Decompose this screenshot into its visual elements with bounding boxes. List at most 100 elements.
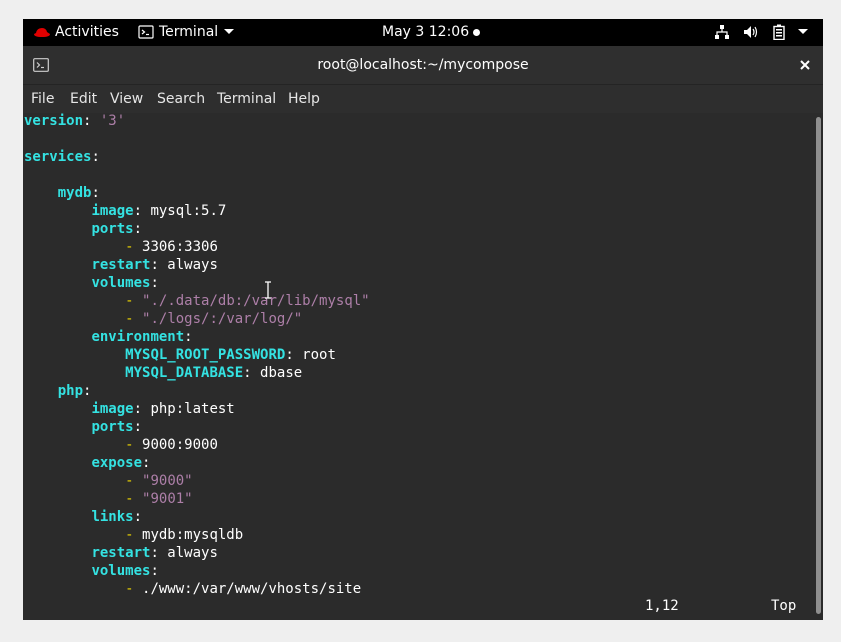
- yaml-text: [24, 383, 58, 399]
- battery-icon: [773, 24, 785, 41]
- top-bar: Activities Terminal May 3 12:06: [23, 19, 823, 46]
- editor-line: image: php:latest: [24, 400, 235, 418]
- editor-line: - 9000:9000: [24, 436, 218, 454]
- menu-view[interactable]: View: [110, 85, 143, 113]
- editor-line: - mydb:mysqldb: [24, 526, 243, 544]
- editor-line: restart: always: [24, 256, 218, 274]
- menu-edit[interactable]: Edit: [70, 85, 97, 113]
- editor-line: - 3306:3306: [24, 238, 218, 256]
- yaml-text: :: [91, 149, 100, 165]
- editor-line: restart: always: [24, 544, 218, 562]
- yaml-text: :: [133, 509, 143, 525]
- yaml-text: :: [83, 113, 100, 129]
- yaml-key: services: [24, 149, 92, 165]
- yaml-text: : dbase: [243, 365, 303, 381]
- yaml-text: 9000:9000: [133, 437, 218, 453]
- activities-button[interactable]: Activities: [33, 19, 119, 46]
- desktop-screen: Activities Terminal May 3 12:06 root@loc…: [23, 19, 823, 620]
- editor-line: - "9001": [24, 490, 193, 508]
- network-icon: [715, 25, 729, 39]
- menu-terminal[interactable]: Terminal: [217, 85, 276, 113]
- yaml-text: [24, 185, 58, 201]
- yaml-text: [24, 365, 125, 381]
- yaml-dash: -: [125, 527, 134, 543]
- yaml-key: expose: [91, 455, 143, 471]
- menu-bar: File Edit View Search Terminal Help: [23, 85, 823, 113]
- app-menu[interactable]: Terminal: [138, 19, 235, 46]
- yaml-text: :: [142, 455, 151, 471]
- yaml-text: [24, 527, 125, 543]
- yaml-text: [134, 311, 142, 327]
- yaml-text: [24, 581, 125, 597]
- yaml-text: mydb:mysqldb: [133, 527, 244, 543]
- system-menu[interactable]: [714, 19, 809, 46]
- yaml-text: : root: [285, 347, 336, 363]
- yaml-string: "9000": [142, 473, 193, 489]
- editor-line: MYSQL_ROOT_PASSWORD: root: [24, 346, 336, 364]
- window-titlebar[interactable]: root@localhost:~/mycompose: [23, 46, 823, 85]
- yaml-text: 3306:3306: [133, 239, 218, 255]
- activities-label: Activities: [55, 24, 119, 40]
- yaml-dash: -: [125, 239, 134, 255]
- yaml-text: : mysql:5.7: [133, 203, 227, 219]
- yaml-text: [24, 239, 125, 255]
- yaml-text: [24, 203, 91, 219]
- yaml-text: [24, 293, 125, 309]
- yaml-text: :: [83, 383, 92, 399]
- menu-help[interactable]: Help: [288, 85, 320, 113]
- scrollbar[interactable]: [814, 113, 823, 620]
- yaml-key: version: [24, 113, 84, 129]
- yaml-key: volumes: [91, 275, 151, 291]
- yaml-string: "./logs/:/var/log/": [142, 311, 303, 327]
- yaml-key: volumes: [91, 563, 151, 579]
- editor-line: ports:: [24, 220, 142, 238]
- yaml-text: [24, 473, 125, 489]
- yaml-string: '3': [99, 113, 126, 129]
- close-icon[interactable]: [800, 60, 810, 70]
- yaml-text: [24, 257, 91, 273]
- scrollbar-thumb[interactable]: [816, 117, 821, 614]
- notification-dot-icon: [473, 28, 481, 36]
- yaml-text: [24, 455, 91, 471]
- yaml-string: "9001": [142, 491, 193, 507]
- yaml-text: [24, 401, 91, 417]
- yaml-key: ports: [91, 221, 134, 237]
- editor-line: php:: [24, 382, 92, 400]
- menu-search[interactable]: Search: [157, 85, 205, 113]
- datetime-label: May 3 12:06: [382, 24, 470, 40]
- editor-line: services:: [24, 148, 100, 166]
- menu-file[interactable]: File: [31, 85, 54, 113]
- scroll-position: Top: [771, 598, 797, 614]
- window-title: root@localhost:~/mycompose: [317, 57, 529, 73]
- yaml-key: php: [57, 383, 84, 399]
- yaml-text: [24, 275, 91, 291]
- yaml-text: : always: [150, 257, 218, 273]
- editor-line: expose:: [24, 454, 150, 472]
- yaml-key: restart: [91, 545, 151, 561]
- yaml-key: image: [91, 401, 134, 417]
- yaml-text: :: [184, 329, 193, 345]
- yaml-text: [24, 347, 125, 363]
- yaml-dash: -: [125, 473, 134, 489]
- editor-line: - "./logs/:/var/log/": [24, 310, 302, 328]
- editor-line: - ./www:/var/www/vhosts/site: [24, 580, 361, 598]
- yaml-text: : php:latest: [133, 401, 235, 417]
- editor-line: volumes:: [24, 562, 159, 580]
- yaml-key: restart: [91, 257, 151, 273]
- yaml-text: :: [133, 419, 143, 435]
- yaml-text: :: [150, 563, 159, 579]
- chevron-down-icon: [224, 29, 235, 34]
- yaml-text: [134, 473, 142, 489]
- editor-line: MYSQL_DATABASE: dbase: [24, 364, 302, 382]
- terminal-content[interactable]: version: '3' services: mydb: image: mysql…: [23, 113, 814, 620]
- system-chevron-down-icon: [798, 29, 809, 34]
- editor-line: ports:: [24, 418, 142, 436]
- text-cursor-icon: [265, 281, 271, 299]
- yaml-dash: -: [125, 293, 134, 309]
- volume-icon: [744, 26, 758, 38]
- clock[interactable]: May 3 12:06: [382, 19, 481, 46]
- editor-line: version: '3': [24, 112, 125, 130]
- yaml-text: : always: [150, 545, 218, 561]
- yaml-key: image: [91, 203, 134, 219]
- yaml-text: [24, 437, 125, 453]
